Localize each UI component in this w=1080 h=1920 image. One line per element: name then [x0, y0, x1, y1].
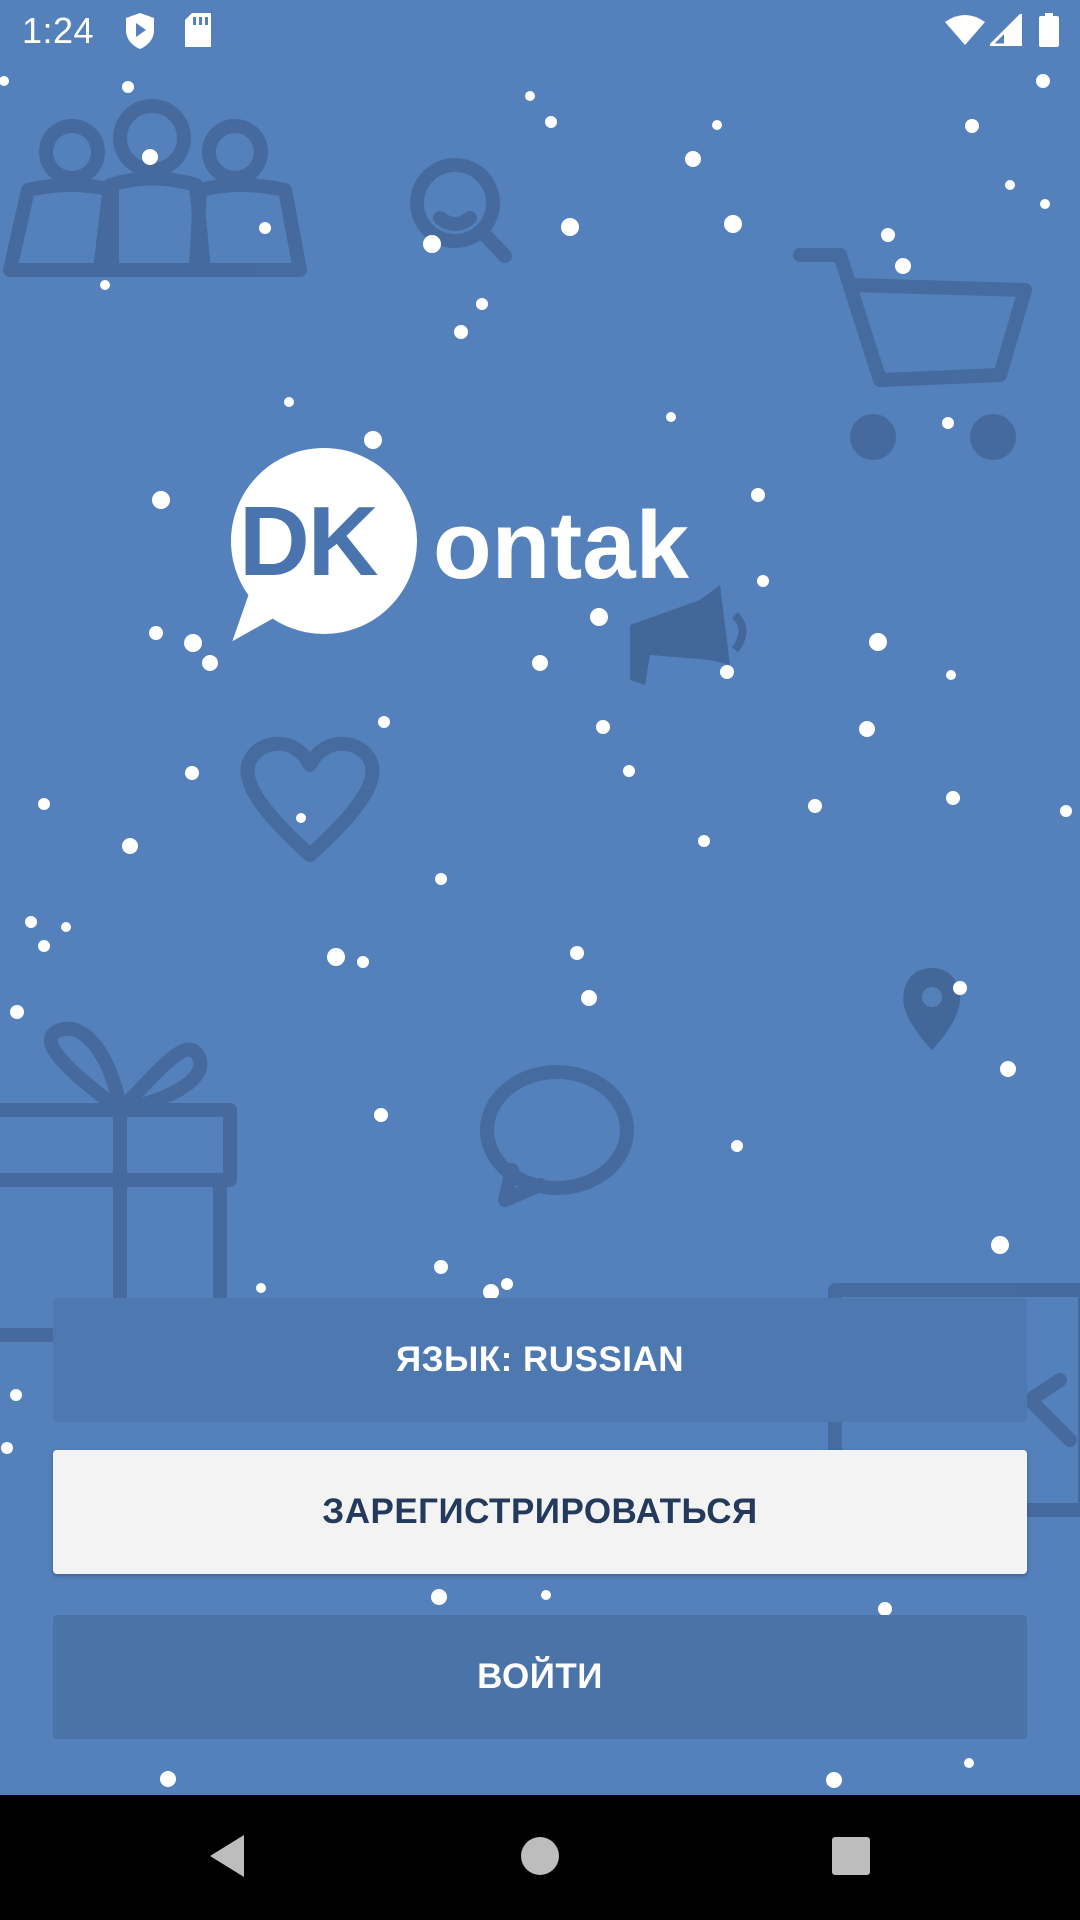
register-button[interactable]: ЗАРЕГИСТРИРОВАТЬСЯ [53, 1450, 1027, 1574]
status-bar: 1:24 [0, 0, 1080, 62]
recents-icon[interactable] [830, 1831, 872, 1881]
navigation-bar [0, 1795, 1080, 1920]
language-button[interactable]: ЯЗЫК: RUSSIAN [53, 1298, 1027, 1422]
signal-icon [990, 14, 1022, 46]
logo-text-dk: DK [239, 486, 379, 596]
back-icon[interactable] [204, 1831, 254, 1881]
sd-card-icon [185, 13, 211, 47]
login-button[interactable]: ВОЙТИ [53, 1615, 1027, 1739]
logo-text-ontak: ontak [433, 492, 690, 599]
shield-play-icon [126, 13, 154, 49]
home-icon[interactable] [520, 1831, 560, 1881]
wifi-icon [945, 15, 985, 45]
battery-icon [1039, 13, 1059, 47]
app-logo: DK ontak [215, 440, 755, 656]
status-time: 1:24 [22, 10, 95, 51]
